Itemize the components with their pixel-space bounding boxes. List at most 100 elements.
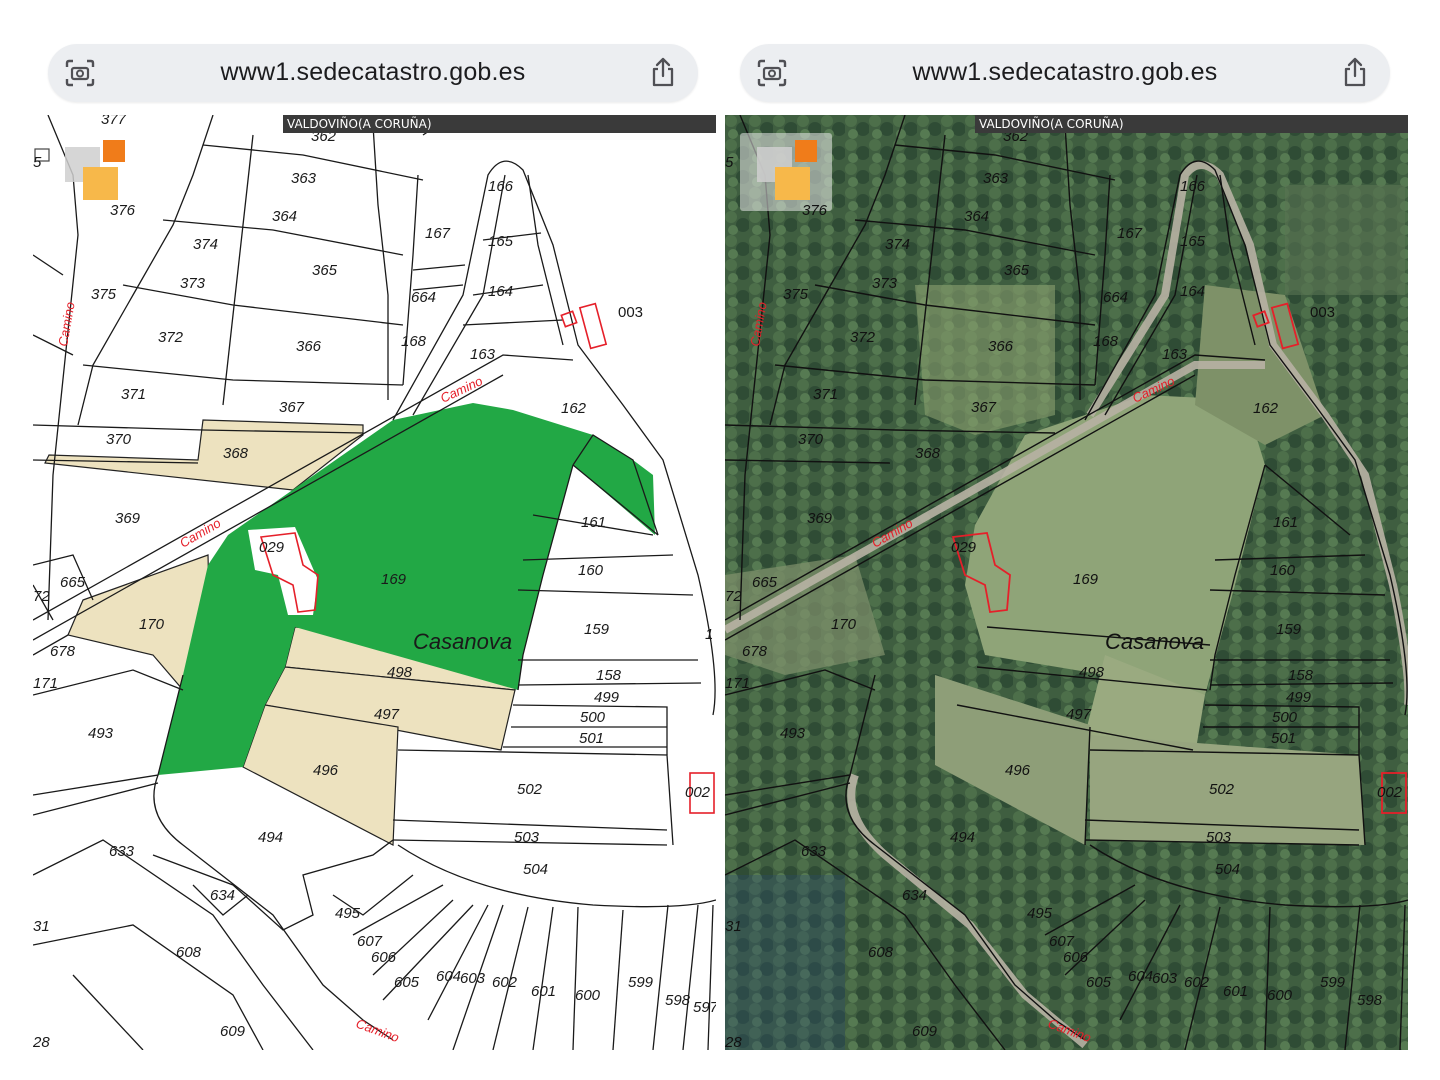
parcel-label: 374 [193,236,218,253]
parcel-label: 363 [983,170,1009,187]
parcel-label: 374 [885,236,910,253]
parcel-label: 606 [1063,949,1089,966]
share-icon[interactable] [648,56,678,88]
parcel-label: 607 [1049,933,1075,950]
parcel-label: 372 [850,329,876,346]
parcel-label: 609 [912,1023,938,1040]
parcel-label: 633 [801,843,827,860]
parcel-label: 161 [581,514,606,531]
orthophoto-map[interactable]: 362 363 364 365 366 367 368 369 370 371 … [725,115,1408,1050]
parcel-label: 5 [33,154,42,171]
parcel-label: 503 [514,829,540,846]
parcel-label: 377 [101,115,127,128]
parcel-label: 603 [460,970,486,987]
parcel-label: 609 [220,1023,246,1040]
parcel-label: 495 [1027,905,1053,922]
parcel-label: 168 [1093,333,1119,350]
share-icon[interactable] [1340,56,1370,88]
parcel-label: 600 [1267,987,1293,1004]
parcel-label: 634 [210,887,235,904]
parcel-label: 162 [1253,400,1279,417]
parcel-label: 608 [868,944,894,961]
parcel-label: 365 [1004,262,1030,279]
parcel-label: 500 [580,709,606,726]
parcel-label: 608 [176,944,202,961]
parcel-label: 494 [950,829,975,846]
parcel-label: 371 [121,386,146,403]
parcel-label: 158 [596,667,622,684]
parcel-label: 502 [517,781,543,798]
building-label: 002 [1377,784,1403,801]
parcel-label: 504 [523,861,548,878]
url-text[interactable]: www1.sedecatastro.gob.es [740,58,1390,87]
parcel-label: 504 [1215,861,1240,878]
parcel-label: 503 [1206,829,1232,846]
parcel-label: 600 [575,987,601,1004]
map-title-bar: VALDOVIÑO(A CORUÑA) [283,115,716,133]
parcel-label: 371 [813,386,838,403]
parcel-label: 376 [110,202,136,219]
parcel-label: 599 [628,974,654,991]
parcel-label: 498 [387,664,413,681]
layers-icon [740,133,832,211]
parcel-label: 499 [594,689,620,706]
parcel-label: 370 [798,431,824,448]
parcel-label: 161 [1273,514,1298,531]
parcel-label: 159 [584,621,610,638]
parcel-label: 493 [780,725,806,742]
place-name: Casanova [1105,629,1204,654]
address-bar-right[interactable]: www1.sedecatastro.gob.es [740,44,1390,102]
parcel-label: 167 [1117,225,1143,242]
parcel-label: 678 [742,643,768,660]
cadastral-map-canvas[interactable]: 377 362 363 364 365 366 367 368 369 370 … [33,115,716,1050]
parcel-label: 665 [752,574,778,591]
map-title-bar: VALDOVIÑO(A CORUÑA) [975,115,1408,133]
parcel-label: 31 [33,918,50,935]
right-pane: www1.sedecatastro.gob.es 362 363 364 365… [720,0,1440,1080]
parcel-label: 367 [971,399,997,416]
parcel-label: 678 [50,643,76,660]
parcel-label: 501 [579,730,604,747]
parcel-label: 496 [313,762,339,779]
parcel-label: 364 [272,208,297,225]
parcel-label: 164 [1180,283,1205,300]
url-text[interactable]: www1.sedecatastro.gob.es [48,58,698,87]
parcel-label: 169 [1073,571,1099,588]
building-label: 003 [618,304,643,321]
parcel-label: 163 [1162,346,1188,363]
parcel-label: 499 [1286,689,1312,706]
parcel-label: 167 [425,225,451,242]
parcel-label: 606 [371,949,397,966]
parcel-label: 601 [1223,983,1248,1000]
parcel-label: 500 [1272,709,1298,726]
parcel-label: 31 [725,918,742,935]
parcel-label: 163 [470,346,496,363]
cadastral-map[interactable]: 377 362 363 364 365 366 367 368 369 370 … [33,115,716,1050]
parcel-label: 1 [705,626,713,643]
parcel-label: 633 [109,843,135,860]
parcel-label: 369 [115,510,141,527]
parcel-label: 495 [335,905,361,922]
parcel-label: 372 [158,329,184,346]
parcel-label: 159 [1276,621,1302,638]
parcel-label: 370 [106,431,132,448]
parcel-label: 634 [902,887,927,904]
parcel-label: 601 [531,983,556,1000]
parcel-label: 366 [296,338,322,355]
parcel-label: 605 [1086,974,1112,991]
parcel-label: 165 [488,233,514,250]
parcel-label: 169 [381,571,407,588]
parcel-label: 497 [374,706,400,723]
address-bar-left[interactable]: www1.sedecatastro.gob.es [48,44,698,102]
parcel-label: 598 [665,992,691,1009]
parcel-label: 501 [1271,730,1296,747]
parcel-label: 664 [1103,289,1128,306]
building-label: 029 [259,539,285,556]
parcel-label: 604 [1128,968,1153,985]
parcel-label: 597 [693,999,716,1016]
parcel-label: 369 [807,510,833,527]
parcel-label: 363 [291,170,317,187]
orthophoto-map-canvas[interactable]: 362 363 364 365 366 367 368 369 370 371 … [725,115,1408,1050]
parcel-label: 171 [725,675,750,692]
parcel-label: 502 [1209,781,1235,798]
